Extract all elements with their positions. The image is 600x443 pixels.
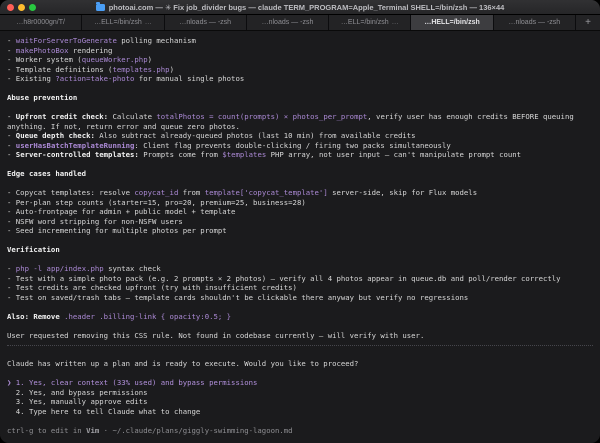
- tab-activity-indicator: …: [391, 19, 399, 26]
- terminal-line: - Existing ?action=take-photo for manual…: [7, 74, 245, 83]
- terminal-line: - NSFW word stripping for non-NSFW users: [7, 216, 183, 226]
- tab-bar-tabs: …h8r0000gn/T/…ELL=/bin/zsh… …nloads — -zs…: [0, 15, 576, 30]
- terminal-line: User requested removing this CSS rule. N…: [7, 330, 425, 340]
- tab-4[interactable]: …nloads — -zsh: [246, 15, 330, 30]
- tab-label: …h8r0000gn/T/: [16, 19, 65, 26]
- tab-5[interactable]: …ELL=/bin/zsh…: [329, 15, 412, 30]
- tab-label: …nloads — -zsh: [179, 19, 232, 26]
- tab-7[interactable]: …nloads — -zsh: [493, 15, 576, 30]
- plan-option-4[interactable]: 4. Type here to tell Claude what to chan…: [7, 407, 593, 417]
- new-tab-button[interactable]: +: [576, 15, 600, 30]
- terminal-line: Also: Remove .header .billing-link { opa…: [7, 311, 232, 321]
- tab-label: …nloads — -zsh: [508, 19, 561, 26]
- terminal-window: photoai.com — ✳ Fix job_divider bugs — c…: [0, 0, 600, 443]
- terminal-line: - userHasBatchTemplateRunning: Client fl…: [7, 140, 451, 150]
- tab-label: …ELL=/bin/zsh: [340, 19, 389, 26]
- window-title: photoai.com — ✳ Fix job_divider bugs — c…: [108, 2, 505, 12]
- tab-bar: …h8r0000gn/T/…ELL=/bin/zsh… …nloads — -zs…: [0, 15, 600, 31]
- tab-label: …HELL=/bin/zsh: [424, 19, 480, 26]
- terminal-content[interactable]: - waitForServerToGenerate polling mechan…: [0, 31, 600, 443]
- section-header-edge-cases: Edge cases handled: [7, 169, 87, 178]
- terminal-line: - Auto-frontpage for admin + public mode…: [7, 207, 236, 216]
- terminal-line: - Template definitions (templates.php): [7, 64, 174, 74]
- terminal-line: - php -l app/index.php syntax check: [7, 264, 161, 273]
- terminal-line: - Upfront credit check: Calculate totalP…: [7, 112, 574, 121]
- tab-1[interactable]: …h8r0000gn/T/: [0, 15, 83, 30]
- tab-3[interactable]: …nloads — -zsh: [164, 15, 247, 30]
- tab-label: …ELL=/bin/zsh: [94, 19, 142, 26]
- terminal-output: - waitForServerToGenerate polling mechan…: [7, 36, 593, 435]
- terminal-line: anything. If not, return error and queue…: [7, 121, 240, 131]
- terminal-line: - Test on saved/trash tabs — template ca…: [7, 292, 469, 302]
- terminal-line: - Server-controlled templates: Prompts c…: [7, 150, 522, 159]
- terminal-line: - Seed incrementing for multiple photos …: [7, 226, 227, 235]
- tab-2[interactable]: …ELL=/bin/zsh…: [82, 15, 165, 30]
- terminal-line: - Copycat templates: resolve copycat_id …: [7, 188, 478, 197]
- tab-activity-indicator: …: [144, 19, 152, 26]
- terminal-line: - makePhotoBox rendering: [7, 45, 113, 55]
- plan-option-1[interactable]: ❯ 1. Yes, clear context (33% used) and b…: [7, 378, 593, 388]
- title-bar: photoai.com — ✳ Fix job_divider bugs — c…: [0, 0, 600, 15]
- terminal-line: - Worker system (queueWorker.php): [7, 55, 152, 64]
- vim-hint: ctrl-g to edit in Vim · ~/.claude/plans/…: [7, 425, 293, 435]
- folder-icon: [95, 1, 105, 11]
- proceed-question: Claude has written up a plan and is read…: [7, 359, 359, 368]
- plan-option-3[interactable]: 3. Yes, manually approve edits: [7, 397, 593, 407]
- divider-line: [7, 340, 593, 350]
- section-header-abuse-prevention: Abuse prevention: [7, 93, 78, 102]
- tab-6[interactable]: …HELL=/bin/zsh: [411, 15, 494, 30]
- terminal-line: - Per-plan step counts (starter=15, pro=…: [7, 197, 306, 207]
- terminal-line: - Queue depth check: Also subtract alrea…: [7, 131, 416, 140]
- section-header-verification: Verification: [7, 245, 60, 254]
- tab-label: …nloads — -zsh: [261, 19, 314, 26]
- terminal-line: - waitForServerToGenerate polling mechan…: [7, 36, 196, 45]
- window-title-wrap: photoai.com — ✳ Fix job_divider bugs — c…: [0, 1, 600, 12]
- terminal-line: - Test with a simple photo pack (e.g. 2 …: [7, 273, 561, 283]
- plan-option-2[interactable]: 2. Yes, and bypass permissions: [7, 388, 593, 398]
- terminal-line: - Test credits are checked upfront (try …: [7, 283, 297, 292]
